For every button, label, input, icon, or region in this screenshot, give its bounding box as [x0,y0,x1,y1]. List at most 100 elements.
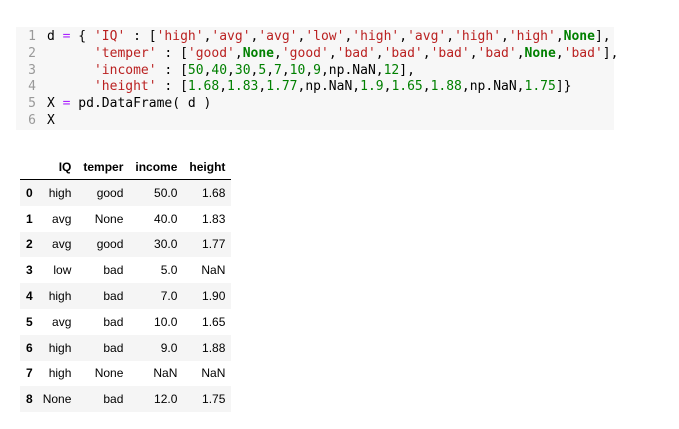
code-token: : [ [125,29,157,44]
table-cell: 1.65 [202,314,226,329]
code-token: 'IQ' [93,29,126,44]
code-token: , [555,45,564,61]
code-token: 'bad' [383,45,423,61]
code-token: , [469,45,478,61]
table-cell: bad [103,263,124,278]
line-number: 3 [28,62,36,78]
row-index: 5 [26,314,33,329]
code-text: 'temper' : ['good',None,'good','bad','ba… [47,46,618,63]
code-token: 'low' [305,29,345,44]
code-token: d [47,29,63,44]
table-row: 2 avg good 30.0 1.77 [20,231,232,258]
code-token: 1.9 [360,79,384,95]
code-line: 4 'height' : [1.68,1.83,1.77,np.NaN,1.9,… [16,79,614,96]
table-row: 7 high None NaN NaN [20,360,232,387]
table-row: 6 high bad 9.0 1.88 [20,334,232,361]
code-token: None [242,45,275,61]
table-row: 1 avg None 40.0 1.83 [20,205,232,232]
line-number: 5 [28,96,36,112]
dataframe-output: IQ temper income height 0 high good 50.0 1.68 1 a… [20,155,232,413]
code-token: : [ [156,45,188,61]
table-cell: high [48,289,72,304]
table-cell: NaN [201,366,226,381]
code-token: ,np.NaN, [461,79,525,95]
row-index: 0 [26,185,33,200]
code-token: 'high' [156,29,204,44]
code-token: None [563,29,595,44]
table-cell: high [48,366,72,381]
code-token: 40 [211,62,228,78]
table-cell: bad [103,289,124,304]
table-cell: 10.0 [154,314,178,329]
table-cell: bad [103,314,124,329]
table-cell: None [94,211,124,226]
code-token: 'good' [281,45,329,61]
table-row: 4 high bad 7.0 1.90 [20,283,232,309]
code-token: 1.88 [430,79,462,95]
code-token: 'good' [187,45,235,61]
code-token: 1.65 [391,79,423,95]
code-token: ]} [555,79,572,95]
table-cell: NaN [153,366,178,381]
code-token: 'avg' [258,29,298,44]
code-token: 'bad' [430,45,470,61]
code-token: , [274,45,282,61]
code-token: 12 [383,62,400,78]
table-row: 5 avg bad 10.0 1.65 [20,308,232,335]
table-cell: avg [52,314,72,329]
code-token: X [47,96,63,112]
code-token: 1.77 [266,79,298,95]
code-token: : [ [156,79,188,95]
code-token: None [524,45,556,61]
index-header [20,155,37,180]
code-cell-input[interactable]: 1d = { 'IQ' : ['high','avg','avg','low',… [16,27,618,130]
table-row: 8 None bad 12.0 1.75 [20,386,232,413]
table-cell: 1.90 [202,289,226,304]
code-token: , [501,29,509,44]
table-cell: good [96,237,124,252]
code-token: 'temper' [93,45,157,61]
code-token: 'high' [352,29,400,44]
table-cell: 40.0 [154,211,178,226]
code-token: ], [399,62,415,78]
table-cell: 1.75 [202,392,226,407]
code-line: 1d = { 'IQ' : ['high','avg','avg','low',… [16,29,614,46]
table-cell: bad [103,392,124,407]
code-token: 'avg' [211,29,251,44]
column-header: height [183,155,232,180]
table-cell: 7.0 [160,289,178,304]
code-token: pd.DataFrame( d ) [70,96,212,112]
code-token: , [422,79,431,95]
code-text: d = { 'IQ' : ['high','avg','avg','low','… [47,29,611,46]
dataframe-header-row: IQ temper income height [20,155,232,180]
code-token: , [305,62,314,78]
code-token: , [258,79,267,95]
table-cell: good [96,185,124,200]
code-token: 50 [187,62,204,78]
code-token: : [ [156,62,188,78]
code-token: 9 [313,62,321,78]
code-text: 'height' : [1.68,1.83,1.77,np.NaN,1.9,1.… [47,79,572,96]
table-cell: high [48,340,72,355]
code-token: , [399,29,408,44]
code-token: 7 [274,62,282,78]
table-cell: low [53,263,72,278]
row-index: 7 [26,366,33,381]
row-index: 8 [26,392,33,407]
table-row: 3 low bad 5.0 NaN [20,257,232,284]
row-index: 4 [26,289,33,304]
code-token: 'high' [508,29,556,44]
table-cell: 5.0 [160,263,178,278]
table-cell: None [42,392,72,407]
table-cell: 12.0 [154,392,178,407]
code-token: , [375,45,384,61]
code-token: , [555,29,564,44]
code-token: { [70,29,94,44]
code-token: 1.68 [187,79,220,95]
code-text: X [47,113,55,130]
column-header: income [129,155,184,180]
row-index: 6 [26,340,33,355]
